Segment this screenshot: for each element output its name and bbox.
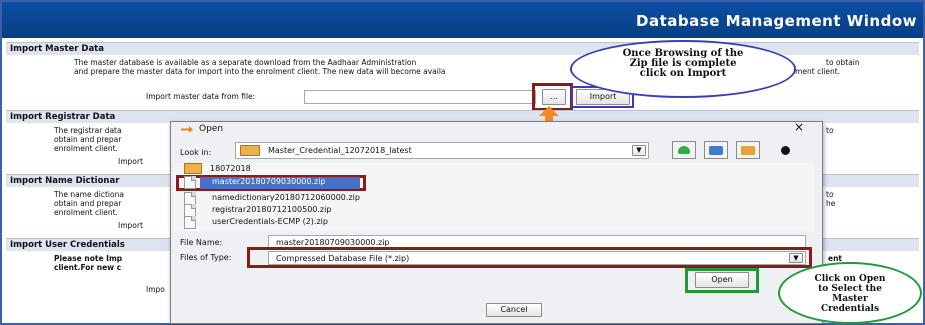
callout-line: click on Import — [639, 68, 727, 79]
file-name-label: File Name: — [180, 238, 223, 247]
namedict-desc-line3: enrolment client. — [54, 208, 118, 217]
registrar-import-label: Import — [118, 157, 143, 166]
look-in-value: Master_Credential_12072018_latest — [268, 146, 412, 155]
namedict-import-label: Import — [118, 221, 143, 230]
file-label: master20180709030000.zip — [212, 177, 326, 186]
dialog-title: Open — [199, 124, 224, 134]
home-button[interactable] — [704, 141, 728, 159]
list-item-file[interactable]: master20180709030000.zip — [184, 176, 364, 190]
master-desc-line2: and prepare the master data for import i… — [74, 67, 446, 76]
files-of-type-label: Files of Type: — [180, 253, 232, 262]
window-titlebar: Database Management Window — [2, 2, 923, 38]
usercred-desc-line2: client.For new c — [54, 263, 122, 272]
registrar-desc-tail: to — [826, 126, 834, 135]
registrar-desc-line3: enrolment client. — [54, 144, 118, 153]
open-highlight-box — [685, 268, 759, 293]
file-icon — [184, 216, 196, 229]
file-icon — [184, 176, 196, 189]
window-title: Database Management Window — [636, 12, 917, 30]
folder-label: 18072018 — [210, 164, 251, 173]
up-folder-button[interactable] — [672, 141, 696, 159]
up-folder-icon — [678, 146, 690, 154]
file-name-value: master20180709030000.zip — [276, 238, 390, 247]
file-label: registrar20180712100500.zip — [212, 205, 332, 214]
files-of-type-highlight — [247, 247, 812, 268]
dialog-close-icon[interactable]: × — [794, 120, 804, 134]
callout-import-instruction: Once Browsing of the Zip file is complet… — [570, 40, 796, 98]
look-in-combo[interactable]: Master_Credential_12072018_latest ▼ — [235, 142, 649, 159]
view-mode-icon[interactable] — [781, 146, 790, 155]
list-item-file[interactable]: userCredentials-ECMP (2).zip — [184, 216, 384, 230]
callout-line: Credentials — [820, 304, 880, 314]
folder-icon — [184, 163, 202, 174]
java-arrow-icon — [181, 126, 193, 133]
file-label: namedictionary20180712060000.zip — [212, 193, 360, 202]
look-in-dropdown-icon[interactable]: ▼ — [632, 145, 646, 156]
master-desc-line2-tail: lment client. — [793, 67, 841, 76]
callout-line: Master — [832, 294, 868, 304]
new-folder-icon — [741, 146, 755, 155]
cancel-button[interactable]: Cancel — [486, 303, 542, 317]
callout-line: to Select the — [818, 284, 882, 294]
look-in-label: Look in: — [180, 148, 212, 157]
home-icon — [709, 146, 723, 155]
new-folder-button[interactable] — [736, 141, 760, 159]
usercred-import-label: Impo — [146, 285, 165, 294]
namedict-desc-tail2: he — [826, 199, 836, 208]
file-label: userCredentials-ECMP (2).zip — [212, 217, 328, 226]
master-import-label: Import master data from file: — [146, 92, 256, 101]
master-file-input[interactable] — [304, 90, 536, 104]
folder-icon — [240, 145, 260, 156]
callout-open-instruction: Click on Open to Select the Master Crede… — [778, 262, 922, 324]
callout-line: Click on Open — [814, 274, 886, 284]
list-item-folder[interactable]: 18072018 — [184, 162, 384, 175]
